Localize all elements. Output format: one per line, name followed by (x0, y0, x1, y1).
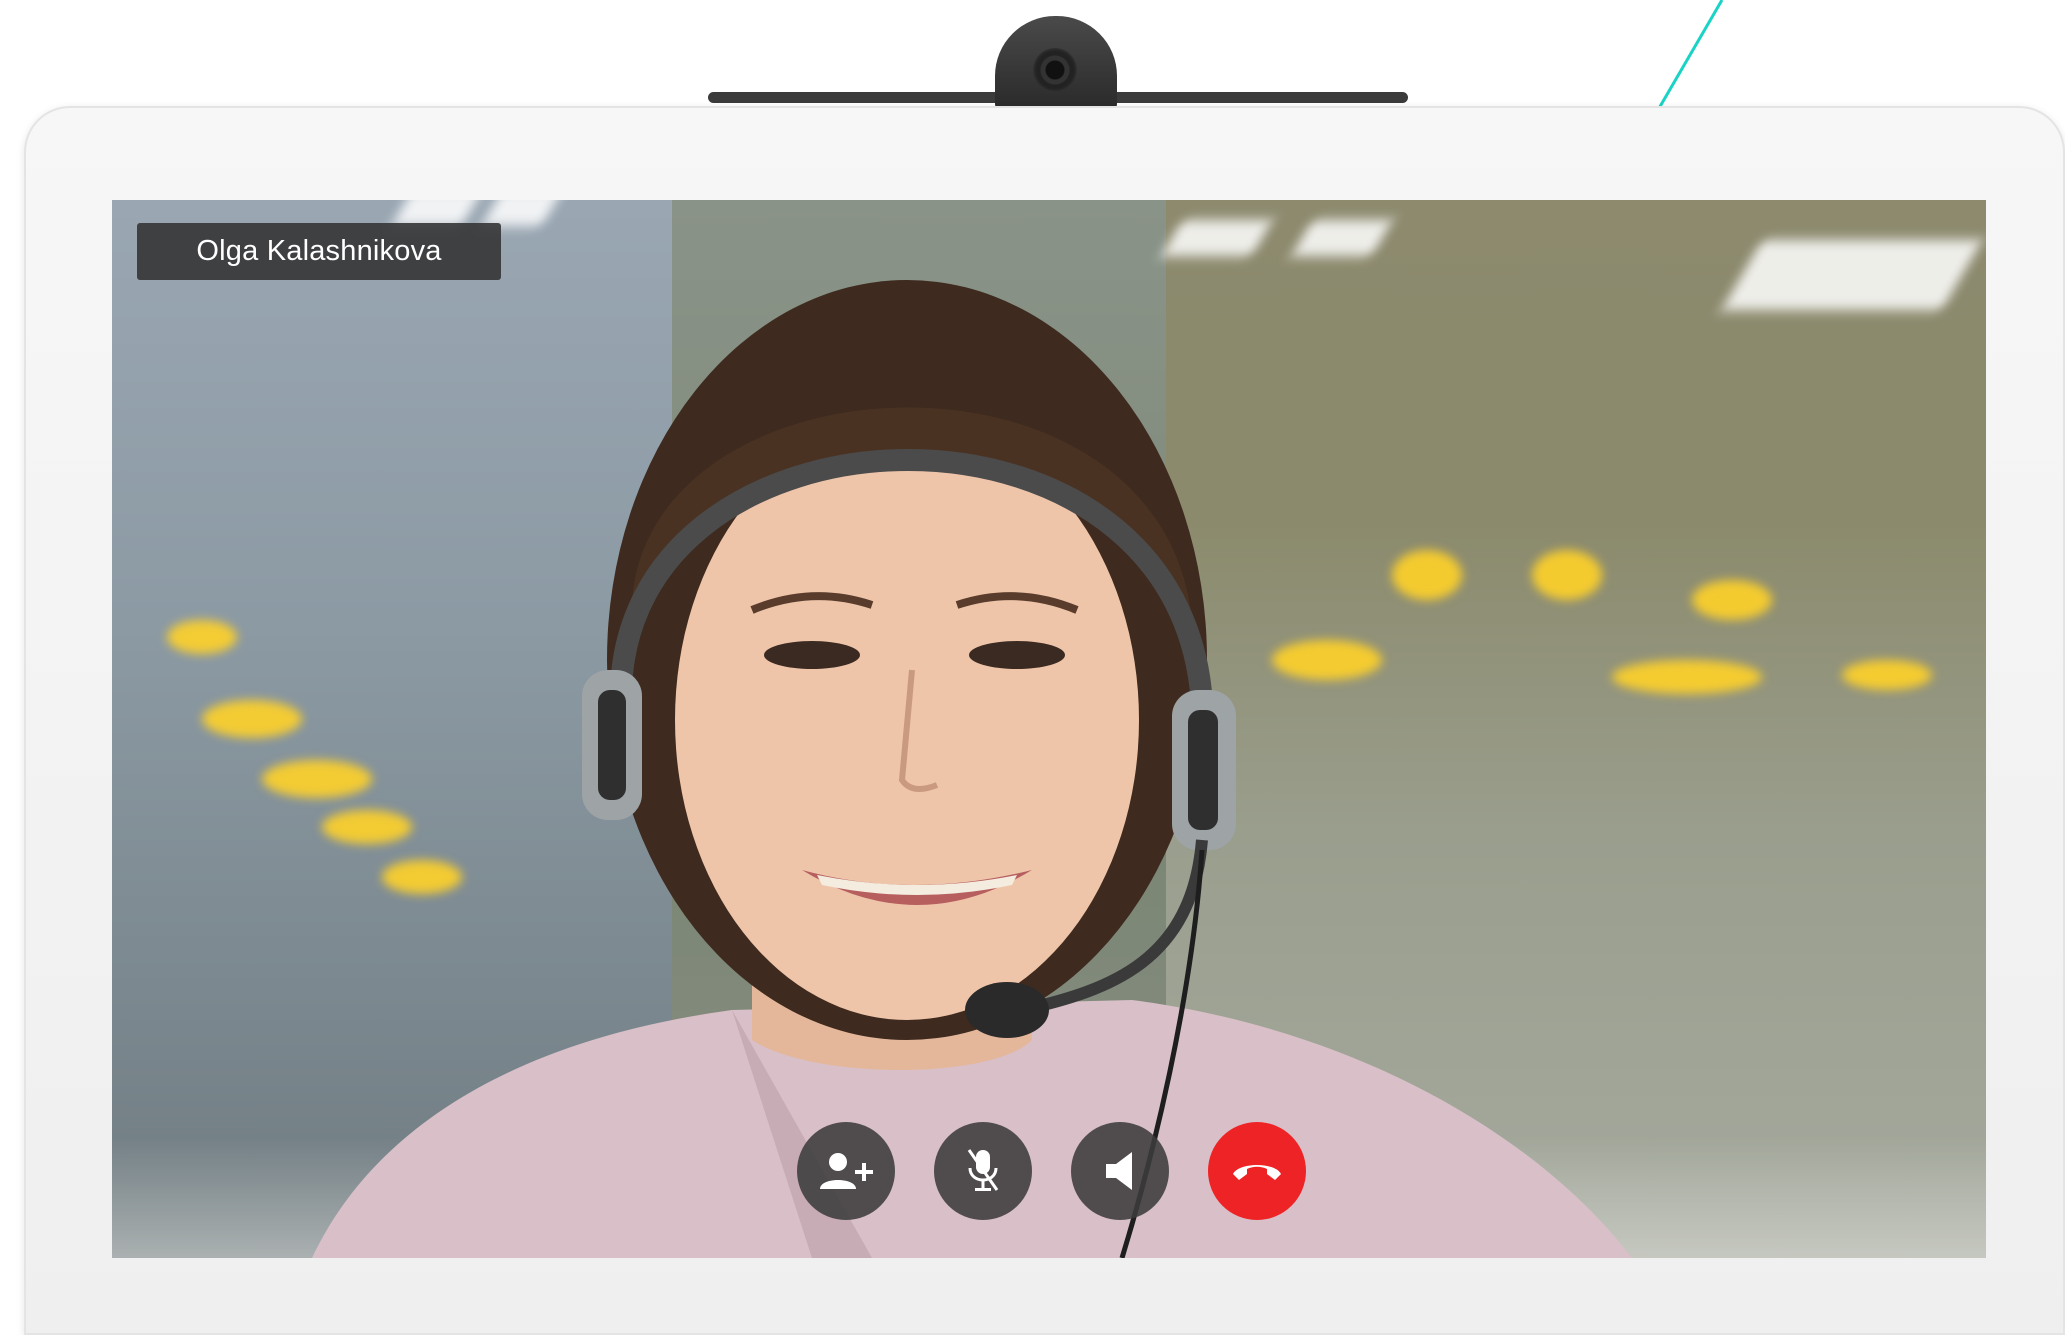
hang-up-icon (1233, 1165, 1281, 1180)
participant-name-tag: Olga Kalashnikova (137, 223, 501, 280)
remote-participant-video (312, 280, 1632, 1258)
call-controls (797, 1122, 1306, 1220)
webcam-lens (1033, 48, 1077, 92)
mic-off-icon (967, 1149, 999, 1191)
add-person-icon (820, 1153, 873, 1189)
end-call-button[interactable] (1208, 1122, 1306, 1220)
video-feed: Olga Kalashnikova (112, 200, 1986, 1258)
webcam (995, 16, 1117, 110)
speaker-button[interactable] (1071, 1122, 1169, 1220)
speaker-icon (1106, 1152, 1132, 1190)
add-participant-button[interactable] (797, 1122, 895, 1220)
mute-button[interactable] (934, 1122, 1032, 1220)
